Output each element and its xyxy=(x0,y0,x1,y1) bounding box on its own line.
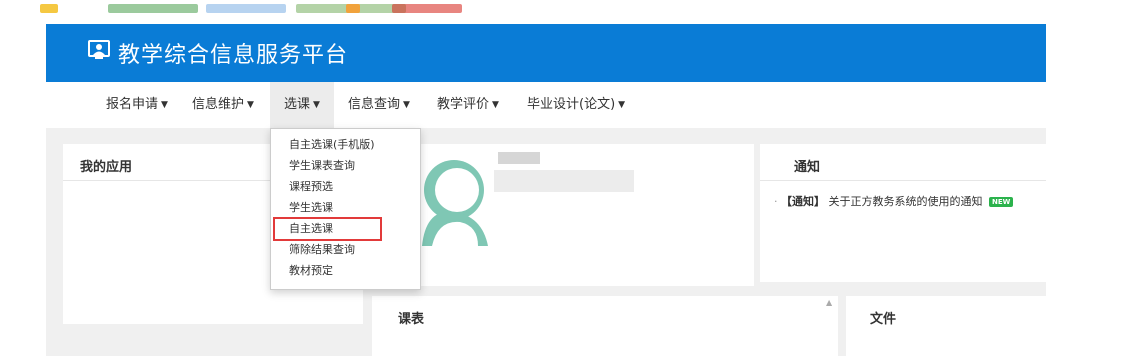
nav-item-label: 毕业设计(论文) xyxy=(527,97,616,112)
nav-item-label: 教学评价 xyxy=(437,97,490,112)
files-title: 文件 xyxy=(870,312,897,327)
profile-panel xyxy=(372,144,754,286)
nav-item-teaching-evaluation[interactable]: 教学评价 ▼ xyxy=(437,82,499,128)
scroll-up-icon[interactable]: ▲ xyxy=(826,298,832,307)
bookmark-icon[interactable] xyxy=(108,4,198,13)
avatar xyxy=(422,160,488,246)
caret-down-icon: ▼ xyxy=(161,100,168,110)
nav-item-registration[interactable]: 报名申请 ▼ xyxy=(106,82,168,128)
nav-item-label: 报名申请 xyxy=(106,97,159,112)
app-title: 教学综合信息服务平台 xyxy=(118,43,349,68)
notice-item[interactable]: · 【通知】 关于正方教务系统的使用的通知 NEW xyxy=(774,193,1014,209)
menu-item-filter-results[interactable]: 筛除结果查询 xyxy=(289,242,355,258)
caret-down-icon: ▼ xyxy=(403,100,410,110)
schedule-panel: 课表 xyxy=(372,296,838,356)
caret-down-icon: ▼ xyxy=(492,100,499,110)
my-apps-title: 我的应用 xyxy=(80,160,133,175)
bookmark-icon[interactable] xyxy=(206,4,286,13)
files-panel: 文件 xyxy=(846,296,1046,356)
nav-item-label: 选课 xyxy=(284,97,311,112)
nav-item-label: 信息维护 xyxy=(192,97,245,112)
notice-bullet: · xyxy=(774,195,778,208)
bookmark-icon[interactable] xyxy=(40,4,58,13)
blurred-user-info xyxy=(494,170,634,192)
menu-item-student-course-select[interactable]: 学生选课 xyxy=(289,200,333,216)
bookmark-bar xyxy=(0,0,1147,24)
bookmark-icon[interactable] xyxy=(346,4,360,13)
new-badge: NEW xyxy=(989,197,1014,207)
notice-title: 通知 xyxy=(794,160,821,175)
course-selection-dropdown: 自主选课(手机版) 学生课表查询 课程预选 学生选课 自主选课 筛除结果查询 教… xyxy=(270,128,421,290)
caret-down-icon: ▼ xyxy=(247,100,254,110)
nav-item-graduation-design[interactable]: 毕业设计(论文) ▼ xyxy=(527,82,625,128)
app-header: 教学综合信息服务平台 xyxy=(46,24,1046,82)
notice-panel: 通知 xyxy=(760,144,1046,282)
nav-item-course-selection[interactable]: 选课 ▼ xyxy=(270,82,334,128)
schedule-title: 课表 xyxy=(398,312,425,327)
menu-item-course-preselect[interactable]: 课程预选 xyxy=(289,179,333,195)
caret-down-icon: ▼ xyxy=(618,100,626,110)
bookmark-icon[interactable] xyxy=(392,4,462,13)
monitor-user-icon xyxy=(88,40,110,59)
menu-item-textbook-order[interactable]: 教材预定 xyxy=(289,263,333,279)
caret-down-icon: ▼ xyxy=(313,100,320,110)
nav-item-info-maintenance[interactable]: 信息维护 ▼ xyxy=(192,82,254,128)
nav-item-info-query[interactable]: 信息查询 ▼ xyxy=(348,82,410,128)
blurred-username xyxy=(498,152,540,164)
menu-item-student-schedule[interactable]: 学生课表查询 xyxy=(289,158,355,174)
notice-tag: 【通知】 xyxy=(781,195,825,208)
nav-item-label: 信息查询 xyxy=(348,97,401,112)
notice-text: 关于正方教务系统的使用的通知 xyxy=(828,195,983,208)
menu-item-self-select-mobile[interactable]: 自主选课(手机版) xyxy=(289,137,375,153)
divider xyxy=(760,180,1046,181)
main-nav: 报名申请 ▼ 信息维护 ▼ 选课 ▼ 信息查询 ▼ 教学评价 ▼ 毕业设计(论文) ▼ xyxy=(46,82,1046,129)
highlight-box xyxy=(273,217,382,241)
